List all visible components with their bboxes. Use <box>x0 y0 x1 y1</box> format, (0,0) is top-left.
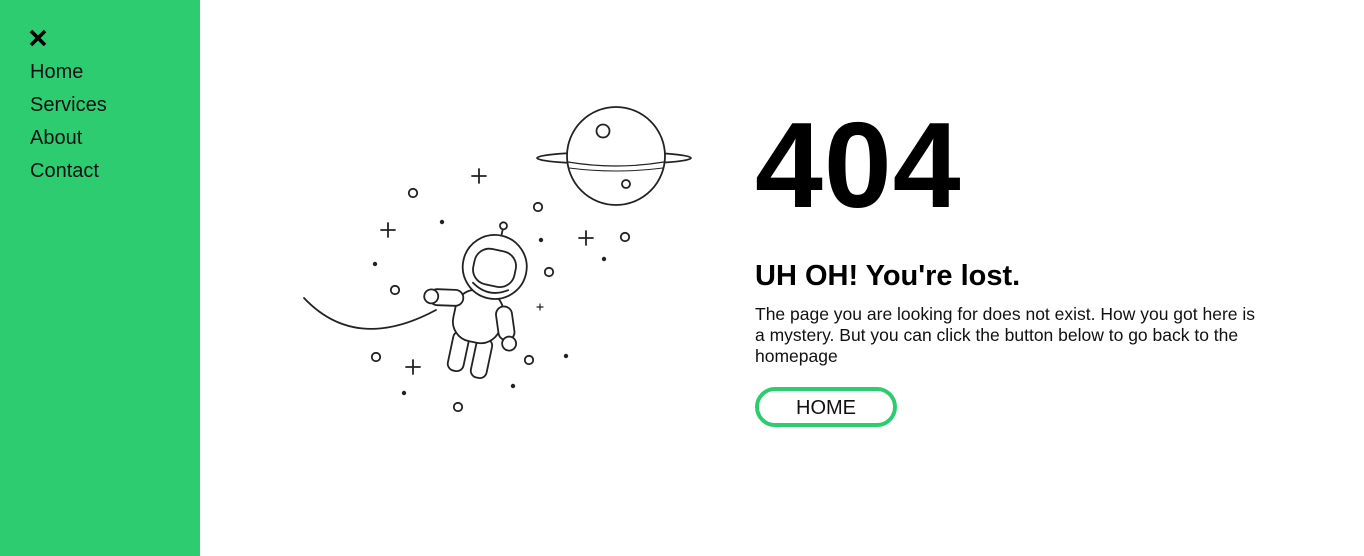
sidebar-item-services: Services <box>30 92 107 125</box>
orbit-trail <box>303 297 437 330</box>
close-icon-glyph <box>29 29 47 47</box>
page-title: UH OH! You're lost. <box>755 260 1021 292</box>
page: Home Services About Contact 404 UH OH! Y… <box>0 0 1364 556</box>
main-content: 404 UH OH! You're lost. The page you are… <box>755 96 1265 427</box>
sidebar: Home Services About Contact <box>0 0 200 556</box>
sidebar-item-contact: Contact <box>30 158 107 191</box>
sidebar-link-about[interactable]: About <box>30 127 82 149</box>
astronaut-illustration <box>296 98 696 418</box>
sidebar-item-about: About <box>30 125 107 158</box>
sidebar-link-contact[interactable]: Contact <box>30 160 99 182</box>
sidebar-item-home: Home <box>30 59 107 92</box>
error-message: The page you are looking for does not ex… <box>755 304 1256 366</box>
error-code: 404 <box>755 97 962 233</box>
close-icon[interactable] <box>28 28 48 48</box>
sidebar-link-services[interactable]: Services <box>30 94 107 116</box>
astronaut-icon <box>303 106 692 413</box>
astronaut-figure <box>423 221 528 379</box>
sidebar-nav: Home Services About Contact <box>30 59 107 191</box>
planet-icon <box>566 106 666 206</box>
home-button[interactable]: HOME <box>755 387 897 427</box>
sidebar-link-home[interactable]: Home <box>30 61 83 83</box>
